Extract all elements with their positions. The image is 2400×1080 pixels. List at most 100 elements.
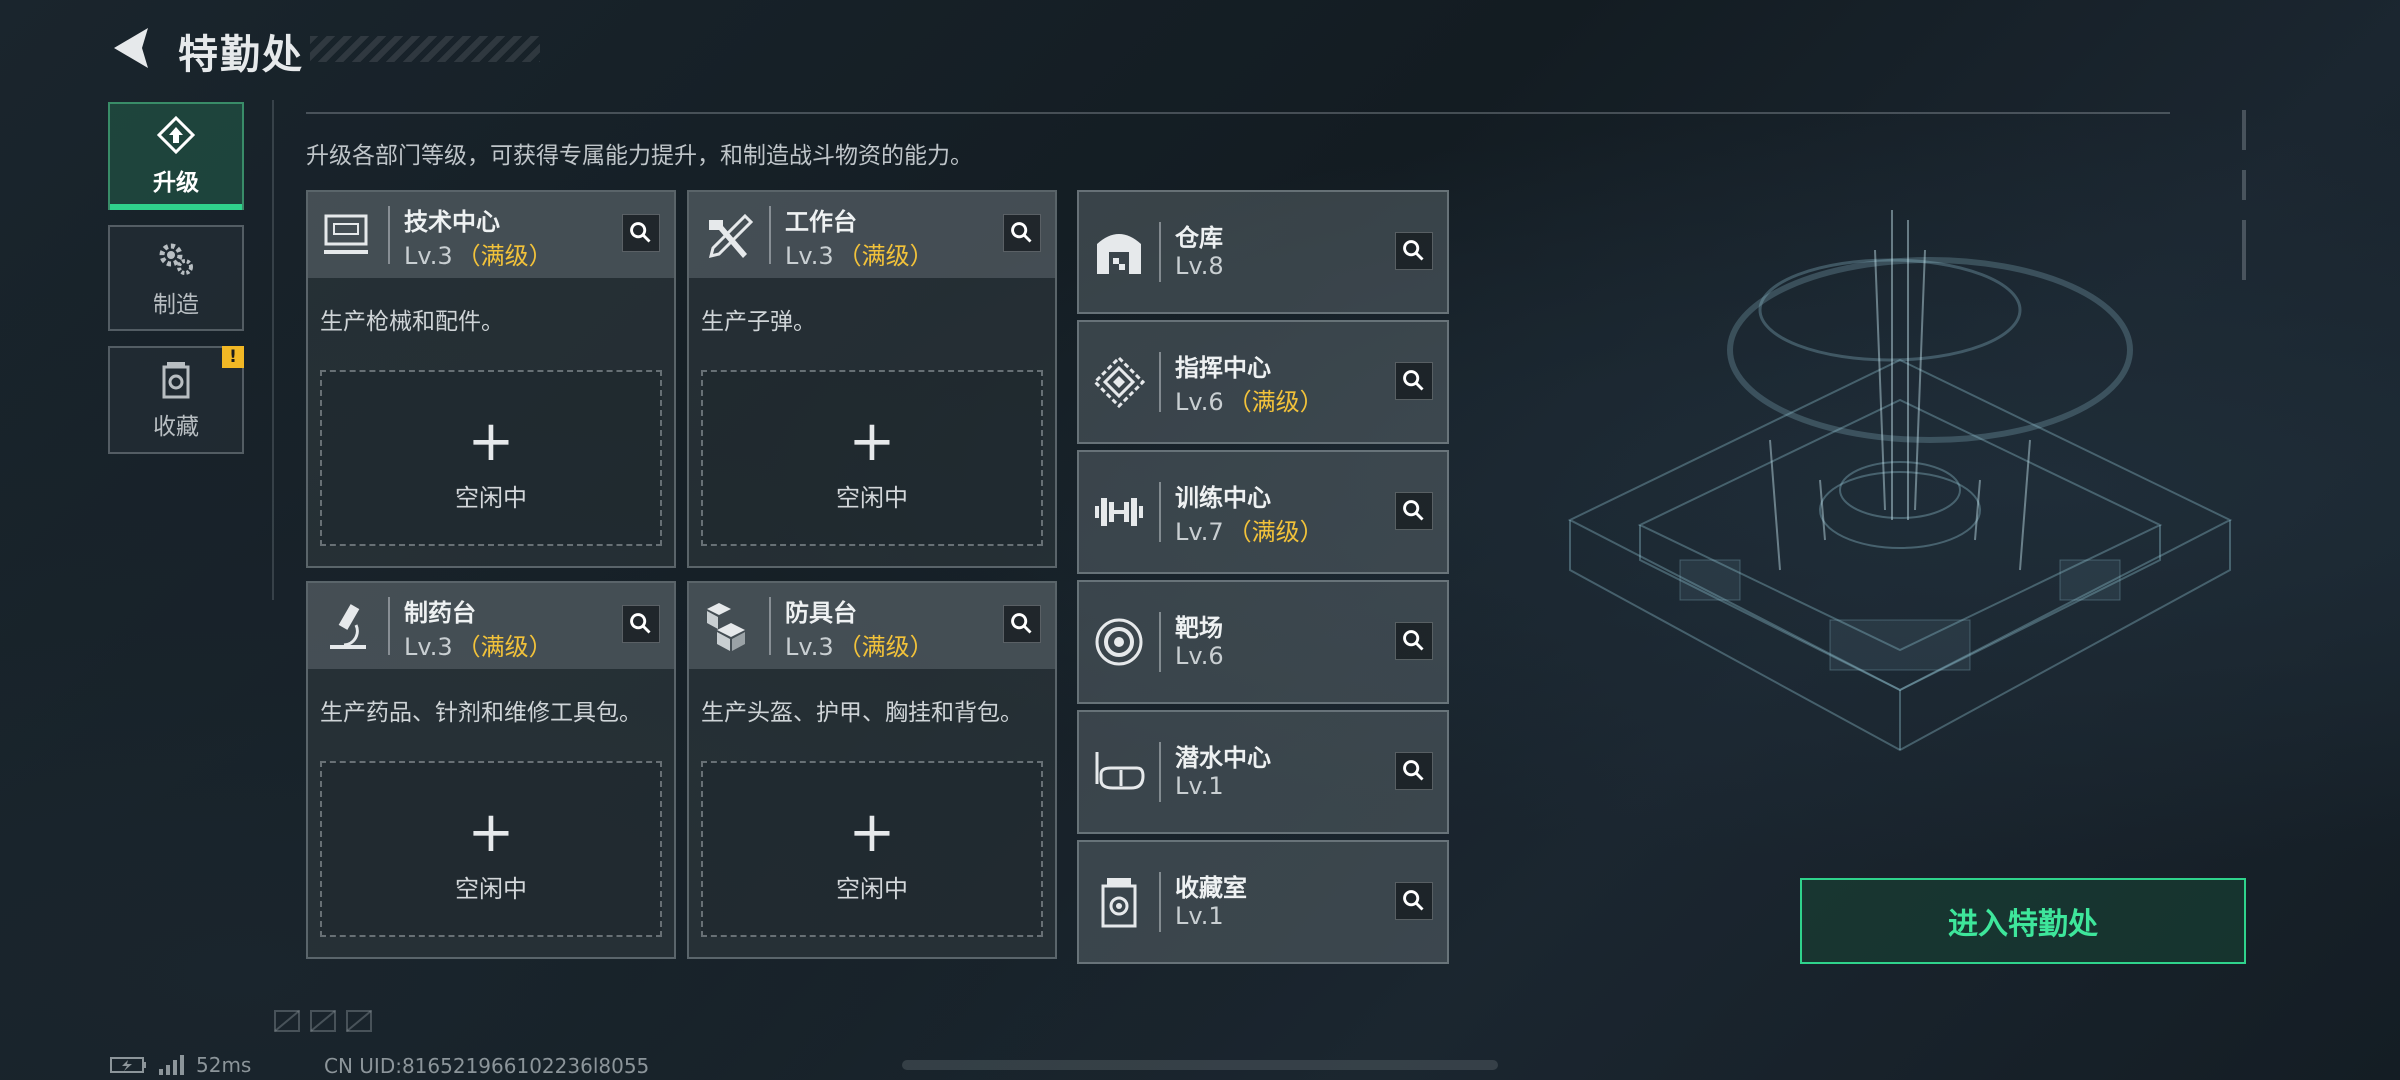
facility-name: 潜水中心 bbox=[1175, 744, 1271, 772]
facility-level: Lv.1 bbox=[1175, 772, 1224, 800]
search-icon[interactable] bbox=[622, 214, 660, 252]
workshop-card-workbench[interactable]: 工作台 Lv.3 （满级） 生产子弹。 + 空闲中 bbox=[687, 190, 1057, 568]
nav-tab-upgrade[interactable]: 升级 bbox=[108, 102, 244, 210]
workshop-level: Lv.3 （满级） bbox=[785, 633, 934, 661]
ping-value: 52ms bbox=[196, 1053, 252, 1077]
slot-status: 空闲中 bbox=[836, 875, 908, 903]
search-icon[interactable] bbox=[1395, 622, 1433, 660]
separator bbox=[388, 206, 390, 264]
boxes-icon bbox=[707, 603, 745, 651]
signal-strength-icon bbox=[159, 1055, 184, 1075]
workshop-description: 生产枪械和配件。 bbox=[320, 309, 504, 335]
facility-name: 仓库 bbox=[1175, 224, 1223, 252]
slot-status: 空闲中 bbox=[455, 875, 527, 903]
tools-icon bbox=[708, 213, 754, 259]
workshop-level: Lv.3 （满级） bbox=[785, 242, 934, 270]
search-icon[interactable] bbox=[1395, 882, 1433, 920]
computer-icon bbox=[324, 214, 368, 254]
add-icon: + bbox=[467, 409, 515, 474]
search-icon[interactable] bbox=[1395, 362, 1433, 400]
facility-card-collection-room[interactable]: 收藏室 Lv.1 bbox=[1077, 840, 1449, 964]
workshop-card-tech-center[interactable]: 技术中心 Lv.3 （满级） 生产枪械和配件。 + 空闲中 bbox=[306, 190, 676, 568]
back-arrow-icon[interactable] bbox=[108, 24, 156, 72]
dumbbell-icon bbox=[1095, 498, 1143, 526]
separator bbox=[1159, 352, 1161, 412]
facility-name: 收藏室 bbox=[1175, 874, 1247, 902]
battery-charging-icon bbox=[110, 1057, 146, 1073]
warehouse-icon bbox=[1097, 234, 1141, 274]
upgrade-icon bbox=[156, 115, 196, 155]
facility-card-diving-center[interactable]: 潜水中心 Lv.1 bbox=[1077, 710, 1449, 834]
facility-card-shooting-range[interactable]: 靶场 Lv.6 bbox=[1077, 580, 1449, 704]
slot-status: 空闲中 bbox=[836, 484, 908, 512]
title-decoration bbox=[310, 36, 540, 62]
workshop-description: 生产子弹。 bbox=[701, 309, 816, 335]
facility-card-warehouse[interactable]: 仓库 Lv.8 bbox=[1077, 190, 1449, 314]
separator bbox=[388, 597, 390, 655]
enter-special-ops-button[interactable]: 进入特勤处 bbox=[1800, 878, 2246, 964]
workshop-description: 生产头盔、护甲、胸挂和背包。 bbox=[701, 700, 1023, 726]
production-slot[interactable]: + 空闲中 bbox=[701, 761, 1043, 937]
add-icon: + bbox=[848, 800, 896, 865]
separator bbox=[1159, 612, 1161, 672]
facility-level: Lv.6 （满级） bbox=[1175, 388, 1324, 416]
facility-card-training-center[interactable]: 训练中心 Lv.7 （满级） bbox=[1077, 450, 1449, 574]
nav-tab-label: 制造 bbox=[153, 292, 199, 318]
divider bbox=[306, 112, 2170, 114]
base-wireframe-illustration bbox=[1567, 210, 2233, 752]
search-icon[interactable] bbox=[1395, 492, 1433, 530]
separator bbox=[769, 206, 771, 264]
workshop-name: 技术中心 bbox=[404, 208, 500, 236]
active-indicator bbox=[110, 204, 242, 210]
add-icon: + bbox=[467, 800, 515, 865]
search-icon[interactable] bbox=[1395, 752, 1433, 790]
user-uid: CN UID:816521966102236l8055 bbox=[324, 1054, 650, 1078]
facility-name: 指挥中心 bbox=[1175, 354, 1271, 382]
search-icon[interactable] bbox=[1395, 232, 1433, 270]
production-slot[interactable]: + 空闲中 bbox=[701, 370, 1043, 546]
nav-tab-label: 收藏 bbox=[153, 414, 199, 440]
workshop-level: Lv.3 （满级） bbox=[404, 242, 553, 270]
status-bar: 52ms bbox=[110, 1053, 252, 1077]
alert-badge: ! bbox=[222, 346, 244, 368]
decorative-marks bbox=[2242, 110, 2246, 280]
workshop-level: Lv.3 （满级） bbox=[404, 633, 553, 661]
workshop-name: 工作台 bbox=[785, 208, 857, 236]
search-icon[interactable] bbox=[1003, 605, 1041, 643]
page-title: 特勤处 bbox=[178, 32, 304, 78]
slot-status: 空闲中 bbox=[455, 484, 527, 512]
nav-tab-craft[interactable]: 制造 bbox=[108, 225, 244, 331]
nav-tab-label: 升级 bbox=[153, 170, 199, 196]
separator bbox=[1159, 872, 1161, 932]
facility-name: 训练中心 bbox=[1175, 484, 1271, 512]
workshop-card-armor-bench[interactable]: 防具台 Lv.3 （满级） 生产头盔、护甲、胸挂和背包。 + 空闲中 bbox=[687, 581, 1057, 959]
separator bbox=[1159, 222, 1161, 282]
command-icon bbox=[1092, 355, 1146, 409]
target-icon bbox=[1095, 618, 1143, 666]
facility-level: Lv.7 （满级） bbox=[1175, 518, 1324, 546]
collection-icon bbox=[1101, 878, 1137, 928]
page-description: 升级各部门等级，可获得专属能力提升，和制造战斗物资的能力。 bbox=[306, 143, 973, 169]
workshop-name: 制药台 bbox=[404, 599, 476, 627]
production-slot[interactable]: + 空闲中 bbox=[320, 370, 662, 546]
divider bbox=[272, 100, 274, 600]
separator bbox=[1159, 742, 1161, 802]
scrollbar[interactable] bbox=[902, 1060, 1498, 1070]
workshop-card-pharmacy[interactable]: 制药台 Lv.3 （满级） 生产药品、针剂和维修工具包。 + 空闲中 bbox=[306, 581, 676, 959]
nav-tab-collection[interactable]: ! 收藏 bbox=[108, 346, 244, 454]
facility-card-command-center[interactable]: 指挥中心 Lv.6 （满级） bbox=[1077, 320, 1449, 444]
separator bbox=[1159, 482, 1161, 542]
collection-icon bbox=[162, 362, 190, 399]
production-slot[interactable]: + 空闲中 bbox=[320, 761, 662, 937]
facility-level: Lv.1 bbox=[1175, 902, 1224, 930]
search-icon[interactable] bbox=[622, 605, 660, 643]
facility-level: Lv.8 bbox=[1175, 252, 1224, 280]
facility-name: 靶场 bbox=[1175, 614, 1223, 642]
add-icon: + bbox=[848, 409, 896, 474]
gear-icon bbox=[159, 243, 193, 275]
microscope-icon bbox=[330, 604, 366, 649]
separator bbox=[769, 597, 771, 655]
workshop-name: 防具台 bbox=[785, 599, 857, 627]
search-icon[interactable] bbox=[1003, 214, 1041, 252]
decorative-boxes bbox=[274, 1010, 372, 1032]
